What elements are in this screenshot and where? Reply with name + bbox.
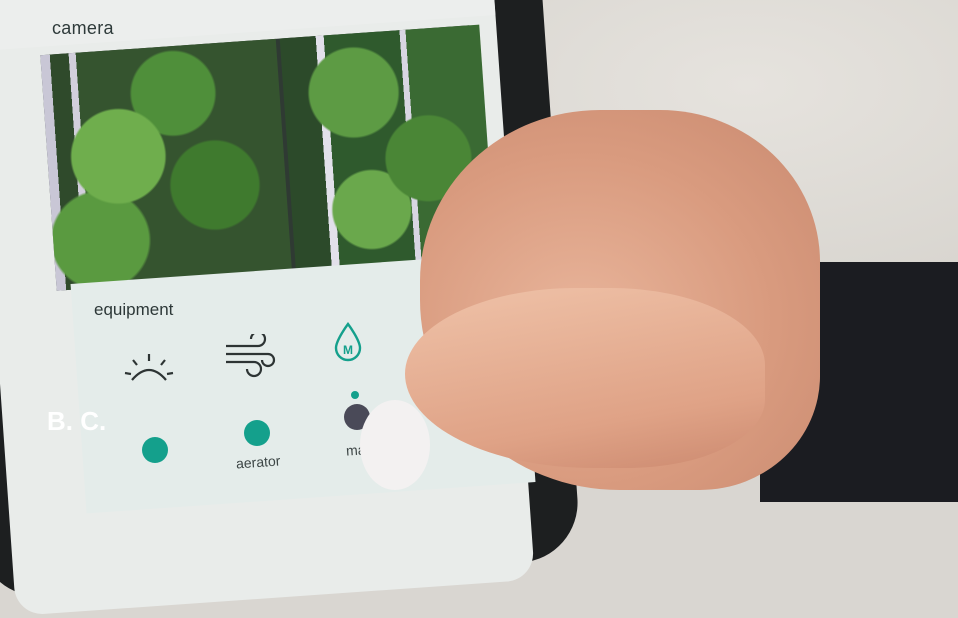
overlay-caption: B. C. bbox=[47, 406, 107, 436]
aerator-label: aerator bbox=[235, 452, 281, 472]
sun-status-dot[interactable] bbox=[142, 437, 168, 463]
sun-icon[interactable] bbox=[124, 352, 174, 384]
equipment-section-title: equipment bbox=[94, 300, 174, 319]
thumbnail-highlight bbox=[360, 400, 430, 490]
indicator-dot bbox=[351, 391, 359, 399]
wind-icon[interactable] bbox=[224, 334, 276, 378]
svg-text:M: M bbox=[343, 343, 353, 357]
camera-feed-left[interactable] bbox=[40, 38, 293, 291]
camera-feed[interactable] bbox=[40, 24, 496, 291]
water-drop-m-icon[interactable]: M bbox=[332, 322, 364, 364]
aerator-status-dot[interactable] bbox=[244, 420, 270, 446]
camera-section-title: camera bbox=[52, 18, 114, 38]
